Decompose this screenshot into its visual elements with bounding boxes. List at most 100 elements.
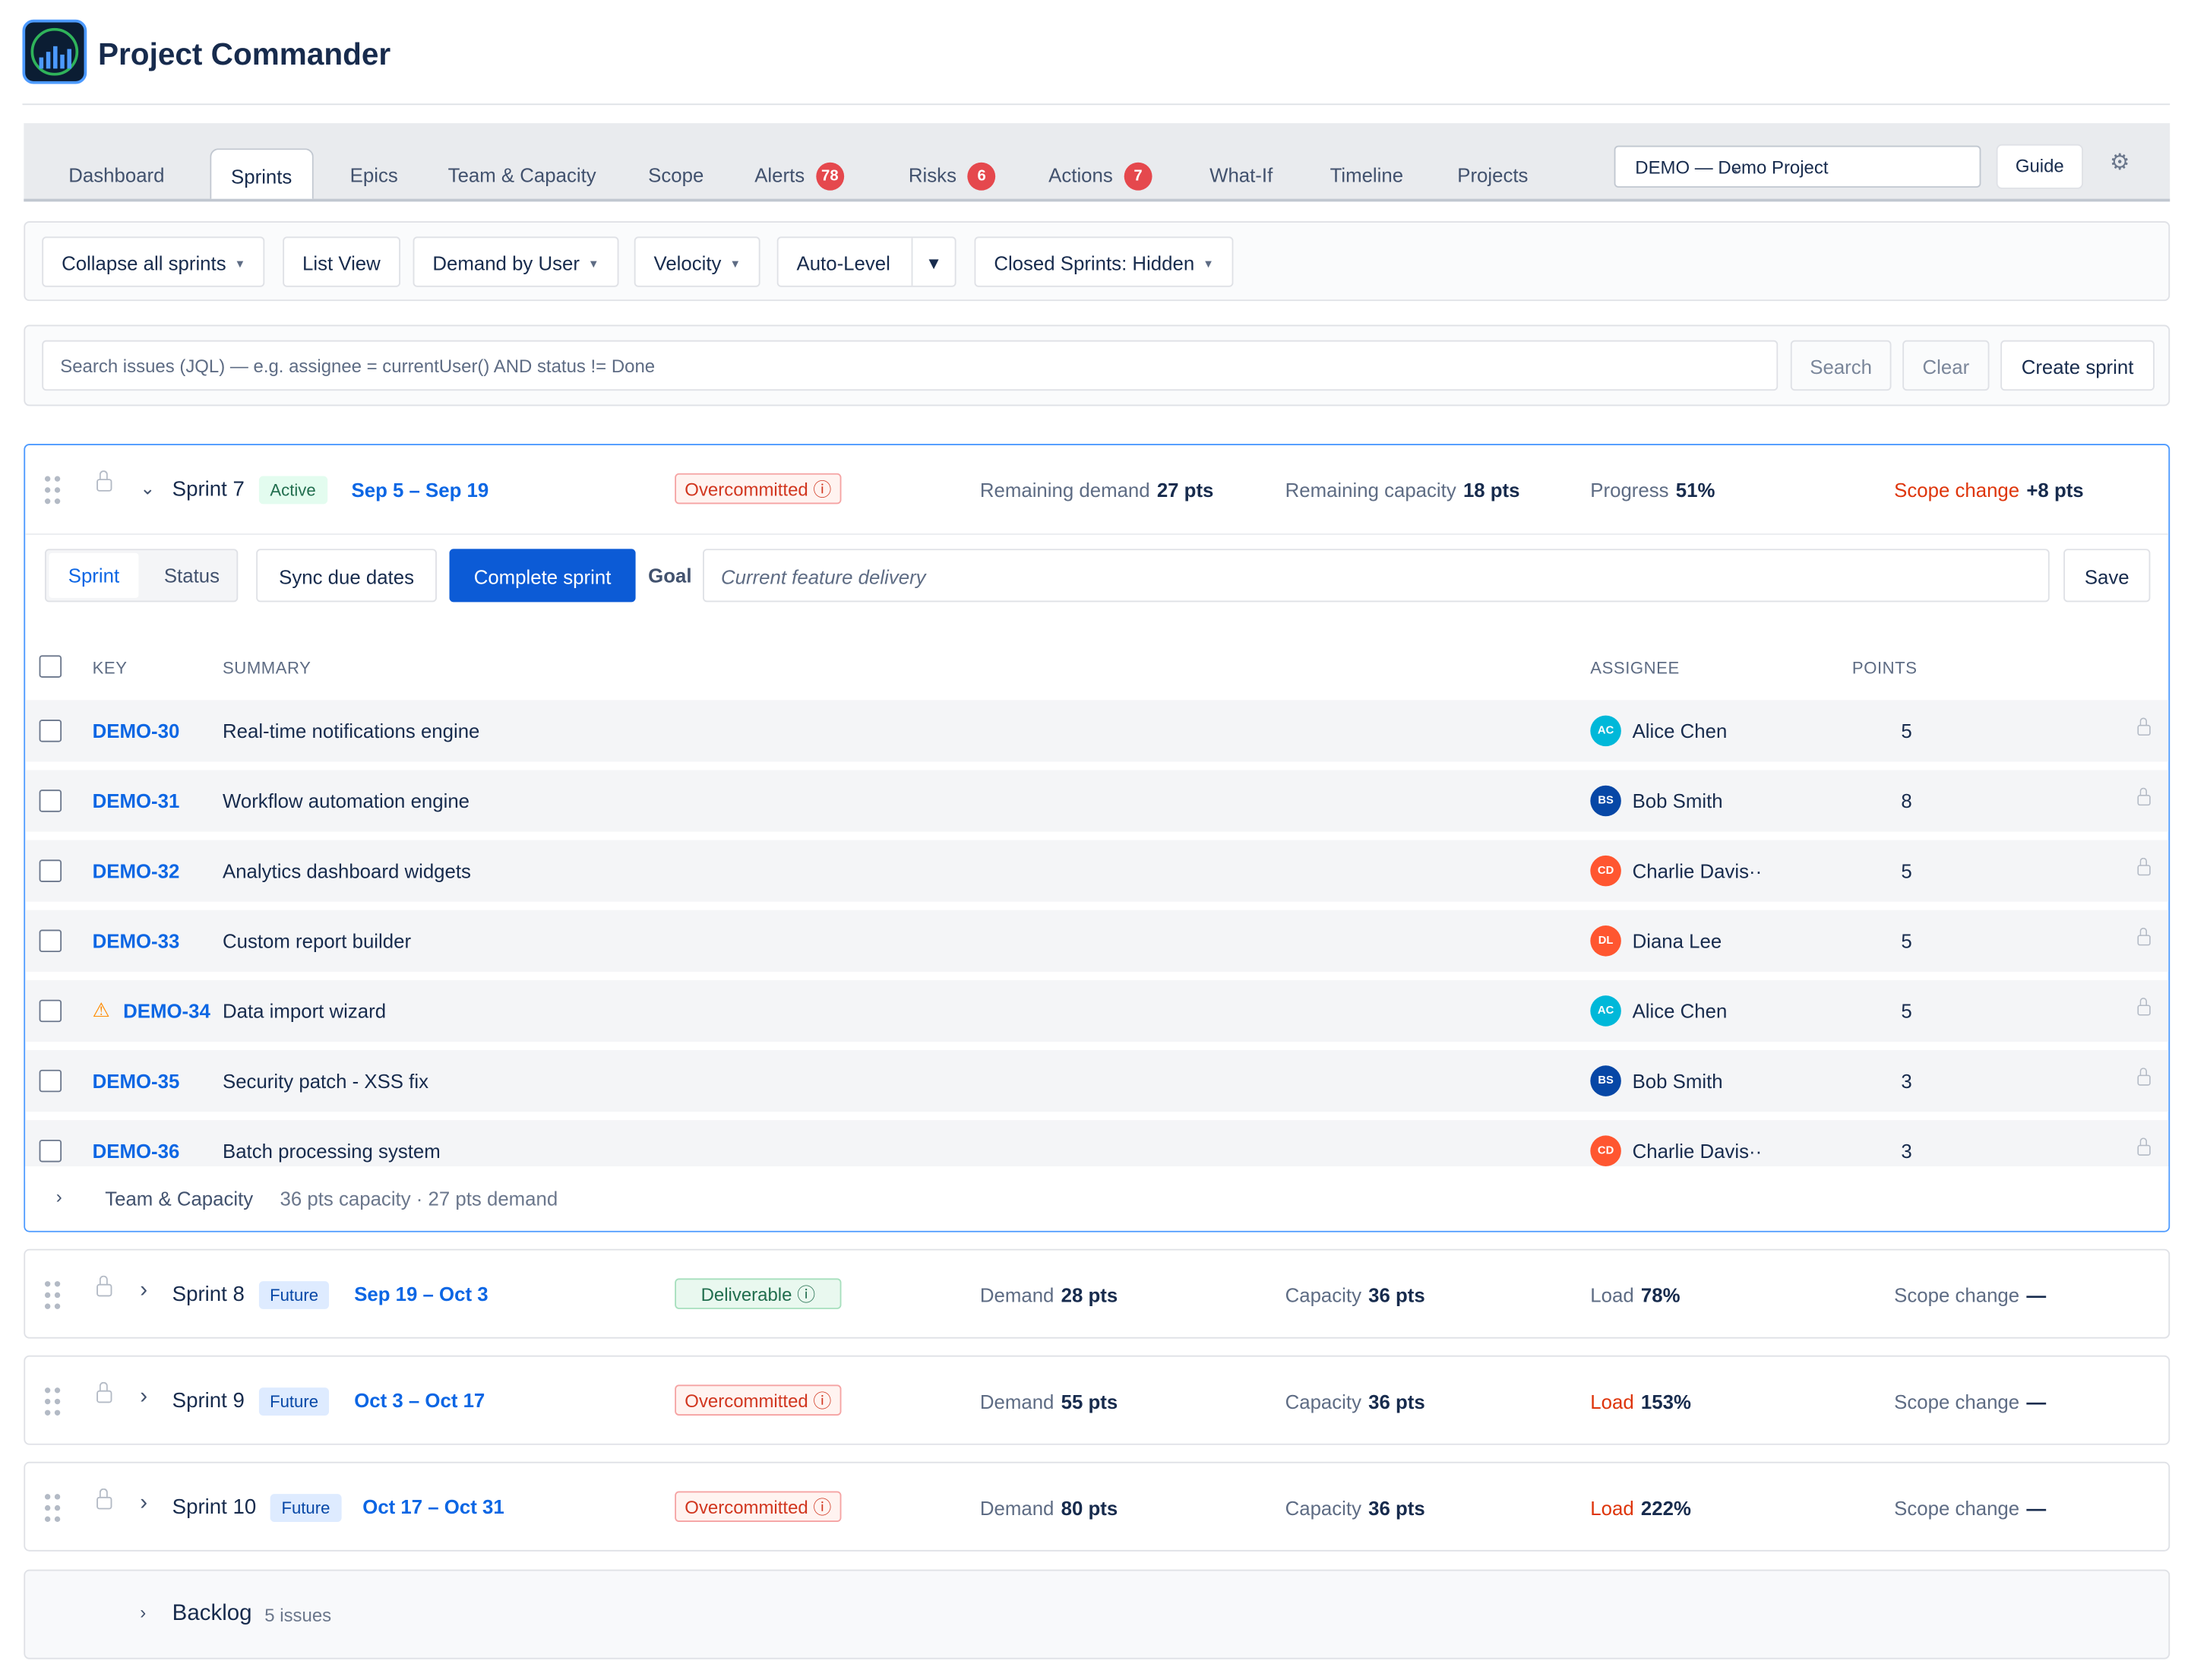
search-button[interactable]: Search (1790, 340, 1892, 391)
sprint-card[interactable]: › Sprint 9 Future Oct 3 – Oct 17 Overcommitt… (24, 1355, 2171, 1445)
assignee-name[interactable]: Charlie Davis·· (1633, 1140, 1763, 1162)
issue-summary[interactable]: Security patch - XSS fix (223, 1070, 428, 1092)
jql-search-input[interactable]: Search issues (JQL) — e.g. assignee = cu… (42, 340, 1779, 391)
chevron-right-icon[interactable]: › (56, 1186, 62, 1207)
guide-button[interactable]: Guide (1996, 144, 2083, 189)
drag-handle-icon[interactable] (44, 1494, 62, 1523)
story-points[interactable]: 3 (1901, 1070, 1911, 1092)
tab-alerts[interactable]: Alerts 78 (735, 148, 863, 198)
row-checkbox[interactable] (39, 720, 62, 742)
chevron-down-icon[interactable]: ⌄ (140, 477, 155, 499)
demand-by-user-button[interactable]: Demand by User ▼ (413, 236, 619, 287)
lock-icon[interactable] (2137, 717, 2151, 736)
table-row[interactable]: DEMO-33 Custom report builder DL Diana Lee 5 (25, 910, 2169, 972)
issue-key[interactable]: DEMO-32 (93, 859, 180, 881)
assignee-name[interactable]: Bob Smith (1633, 789, 1723, 812)
issue-key[interactable]: DEMO-33 (93, 930, 180, 952)
story-points[interactable]: 5 (1901, 1000, 1911, 1022)
story-points[interactable]: 3 (1901, 1140, 1911, 1162)
team-capacity-summary[interactable]: › Team & Capacity 36 pts capacity · 27 p… (25, 1166, 2169, 1231)
issue-key[interactable]: DEMO-34 (123, 1000, 210, 1022)
story-points[interactable]: 5 (1901, 859, 1911, 881)
tab-team-capacity[interactable]: Team & Capacity (428, 148, 616, 198)
lock-icon[interactable] (96, 1275, 112, 1297)
sprint-name[interactable]: Sprint 10 Future (172, 1494, 342, 1523)
velocity-button[interactable]: Velocity ▼ (634, 236, 760, 287)
sprint-name[interactable]: Sprint 7 Active (172, 476, 327, 505)
assignee-name[interactable]: Diana Lee (1633, 930, 1722, 952)
sprint-dates[interactable]: Oct 17 – Oct 31 (362, 1495, 504, 1517)
issue-key[interactable]: DEMO-36 (93, 1140, 180, 1162)
sprint-dates[interactable]: Sep 19 – Oct 3 (354, 1283, 488, 1305)
sprint-name[interactable]: Sprint 8 Future (172, 1281, 330, 1309)
view-status-button[interactable]: Status (150, 553, 234, 598)
auto-level-button[interactable]: Auto-Level ▼ (776, 236, 956, 287)
tab-actions[interactable]: Actions 7 (1029, 148, 1171, 198)
sprint-card[interactable]: › Sprint 8 Future Sep 19 – Oct 3 Deliverable… (24, 1248, 2171, 1339)
column-key[interactable]: KEY (93, 658, 128, 678)
sprint-goal-input[interactable]: Current feature delivery (703, 549, 2050, 603)
tab-epics[interactable]: Epics (330, 148, 418, 198)
table-row[interactable]: DEMO-30 Real-time notifications engine AC A… (25, 700, 2169, 762)
row-checkbox[interactable] (39, 999, 62, 1023)
issue-summary[interactable]: Workflow automation engine (223, 789, 470, 812)
lock-icon[interactable] (2137, 857, 2151, 876)
issue-summary[interactable]: Real-time notifications engine (223, 720, 479, 742)
story-points[interactable]: 8 (1901, 789, 1911, 812)
save-goal-button[interactable]: Save (2063, 549, 2151, 603)
lock-icon[interactable] (2137, 1068, 2151, 1086)
column-summary[interactable]: SUMMARY (223, 658, 311, 678)
tab-what-if[interactable]: What-If (1190, 148, 1292, 198)
issue-key[interactable]: DEMO-31 (93, 789, 180, 812)
row-checkbox[interactable] (39, 929, 62, 953)
view-sprint-button[interactable]: Sprint (49, 552, 139, 598)
lock-icon[interactable] (2137, 927, 2151, 946)
tab-sprints[interactable]: Sprints (210, 148, 313, 199)
lock-icon[interactable] (2137, 998, 2151, 1016)
tab-timeline[interactable]: Timeline (1311, 148, 1423, 198)
complete-sprint-button[interactable]: Complete sprint (449, 549, 636, 603)
collapse-all-sprints-button[interactable]: Collapse all sprints ▼ (42, 236, 266, 287)
issue-key[interactable]: DEMO-35 (93, 1070, 180, 1092)
tab-risks[interactable]: Risks 6 (889, 148, 1015, 198)
column-points[interactable]: POINTS (1852, 658, 1918, 678)
issue-summary[interactable]: Batch processing system (223, 1140, 441, 1162)
issue-summary[interactable]: Custom report builder (223, 930, 411, 952)
issue-summary[interactable]: Analytics dashboard widgets (223, 859, 471, 881)
row-checkbox[interactable] (39, 789, 62, 812)
chevron-right-icon[interactable]: › (140, 1384, 147, 1409)
assignee-name[interactable]: Bob Smith (1633, 1070, 1723, 1092)
gear-icon[interactable]: ⚙ (2110, 148, 2130, 176)
column-assignee[interactable]: ASSIGNEE (1590, 658, 1680, 678)
closed-sprints-toggle[interactable]: Closed Sprints: Hidden ▼ (974, 236, 1234, 287)
drag-handle-icon[interactable] (44, 476, 62, 505)
story-points[interactable]: 5 (1901, 930, 1911, 952)
tab-dashboard[interactable]: Dashboard (49, 148, 184, 198)
auto-level-dropdown-icon[interactable]: ▼ (911, 238, 955, 286)
row-checkbox[interactable] (39, 1069, 62, 1093)
backlog-section[interactable]: › Backlog 5 issues (24, 1569, 2171, 1659)
row-checkbox[interactable] (39, 1139, 62, 1163)
sprint-name[interactable]: Sprint 9 Future (172, 1387, 330, 1416)
assignee-name[interactable]: Charlie Davis·· (1633, 859, 1763, 881)
lock-icon[interactable] (2137, 1137, 2151, 1156)
drag-handle-icon[interactable] (44, 1281, 62, 1309)
sprint-card[interactable]: › Sprint 10 Future Oct 17 – Oct 31 Overcommi… (24, 1461, 2171, 1552)
tab-scope[interactable]: Scope (628, 148, 723, 198)
tab-projects[interactable]: Projects (1437, 148, 1548, 198)
lock-icon[interactable] (96, 1488, 112, 1510)
assignee-name[interactable]: Alice Chen (1633, 1000, 1728, 1022)
row-checkbox[interactable] (39, 859, 62, 882)
lock-icon[interactable] (96, 1381, 112, 1403)
table-row[interactable]: DEMO-35 Security patch - XSS fix BS Bob Smi… (25, 1050, 2169, 1112)
drag-handle-icon[interactable] (44, 1387, 62, 1416)
issue-summary[interactable]: Data import wizard (223, 1000, 386, 1022)
table-row[interactable]: DEMO-31 Workflow automation engine BS Bob S… (25, 770, 2169, 832)
lock-icon[interactable] (2137, 787, 2151, 806)
assignee-name[interactable]: Alice Chen (1633, 720, 1728, 742)
lock-icon[interactable] (96, 470, 112, 492)
issue-key[interactable]: DEMO-30 (93, 720, 180, 742)
clear-button[interactable]: Clear (1902, 340, 1990, 391)
sprint-dates[interactable]: Oct 3 – Oct 17 (354, 1389, 485, 1411)
chevron-right-icon[interactable]: › (140, 1278, 147, 1303)
